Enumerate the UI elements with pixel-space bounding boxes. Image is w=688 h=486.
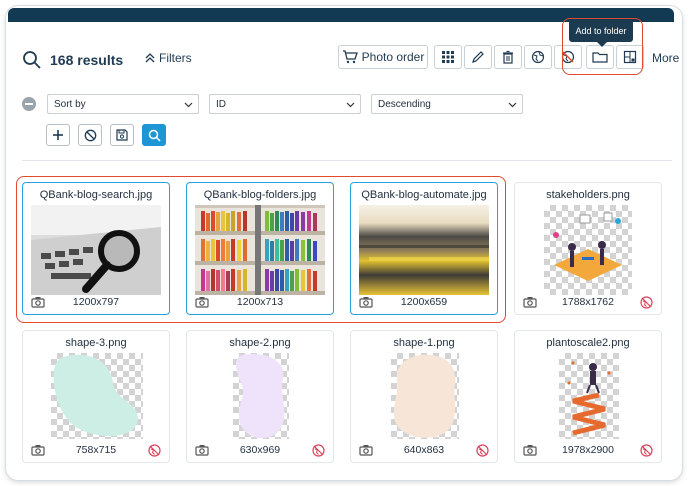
asset-card[interactable]: shape-2.png 630x969 xyxy=(186,330,334,463)
delete-button[interactable] xyxy=(494,45,522,69)
globe-off-icon xyxy=(312,444,325,457)
save-search-button[interactable] xyxy=(110,124,134,146)
search-icon[interactable] xyxy=(22,50,42,70)
add-to-folder-tooltip: Add to folder xyxy=(569,20,633,47)
chevron-down-icon xyxy=(184,102,193,108)
sort-field-value: ID xyxy=(216,98,226,110)
edit-button[interactable] xyxy=(464,45,492,69)
selected-cards-highlight xyxy=(16,176,506,323)
search-icon xyxy=(148,129,161,142)
clear-button[interactable] xyxy=(78,124,102,146)
remove-sort-icon[interactable] xyxy=(22,97,36,111)
asset-filename: plantoscale2.png xyxy=(546,337,630,349)
asset-filename: shape-2.png xyxy=(229,337,291,349)
sort-order-value: Descending xyxy=(378,98,431,110)
chevron-down-icon xyxy=(508,102,517,108)
sort-by-value: Sort by xyxy=(54,98,86,110)
grid-icon xyxy=(442,51,454,63)
search-button[interactable] xyxy=(142,124,166,146)
stakeholders-image xyxy=(544,205,632,295)
globe-off-icon xyxy=(148,444,161,457)
divider xyxy=(22,160,672,161)
grid-view-button[interactable] xyxy=(434,45,462,69)
globe-off-icon xyxy=(640,444,653,457)
filters-toggle[interactable]: Filters xyxy=(145,51,192,65)
add-filter-button[interactable] xyxy=(46,124,70,146)
sort-order-select[interactable]: Descending xyxy=(371,94,523,114)
sort-by-select[interactable]: Sort by xyxy=(47,94,199,114)
filters-label: Filters xyxy=(159,51,192,65)
asset-filename: shape-3.png xyxy=(65,337,127,349)
publish-button[interactable] xyxy=(524,45,552,69)
block-icon xyxy=(84,129,96,141)
shape-2-image xyxy=(233,353,289,439)
globe-off-icon xyxy=(640,296,653,309)
asset-filename: shape-1.png xyxy=(393,337,455,349)
asset-card[interactable]: plantoscale2.png 1978x2900 xyxy=(514,330,662,463)
save-icon xyxy=(116,129,128,141)
asset-card[interactable]: stakeholders.png 1788x1762 xyxy=(514,182,662,315)
asset-card[interactable]: shape-3.png 758x715 xyxy=(22,330,170,463)
plantoscale-image xyxy=(559,353,619,439)
sort-row: Sort by ID Descending xyxy=(22,94,682,116)
sort-field-select[interactable]: ID xyxy=(209,94,361,114)
photo-order-button[interactable]: Photo order xyxy=(338,45,428,69)
shape-3-image xyxy=(51,353,143,439)
globe-icon xyxy=(531,50,545,64)
double-chevron-up-icon xyxy=(145,53,155,63)
asset-card[interactable]: shape-1.png 640x863 xyxy=(350,330,498,463)
results-count: 168 results xyxy=(50,52,124,68)
plus-icon xyxy=(53,130,63,140)
trash-icon xyxy=(503,50,513,64)
shape-1-image xyxy=(391,353,459,439)
cart-icon xyxy=(342,50,358,64)
asset-filename: stakeholders.png xyxy=(546,189,630,201)
results-summary: 168 results xyxy=(22,50,123,70)
chevron-down-icon xyxy=(346,102,355,108)
photo-order-label: Photo order xyxy=(361,50,425,64)
globe-off-icon xyxy=(476,444,489,457)
pencil-icon xyxy=(472,51,484,63)
more-menu[interactable]: More xyxy=(652,51,679,65)
